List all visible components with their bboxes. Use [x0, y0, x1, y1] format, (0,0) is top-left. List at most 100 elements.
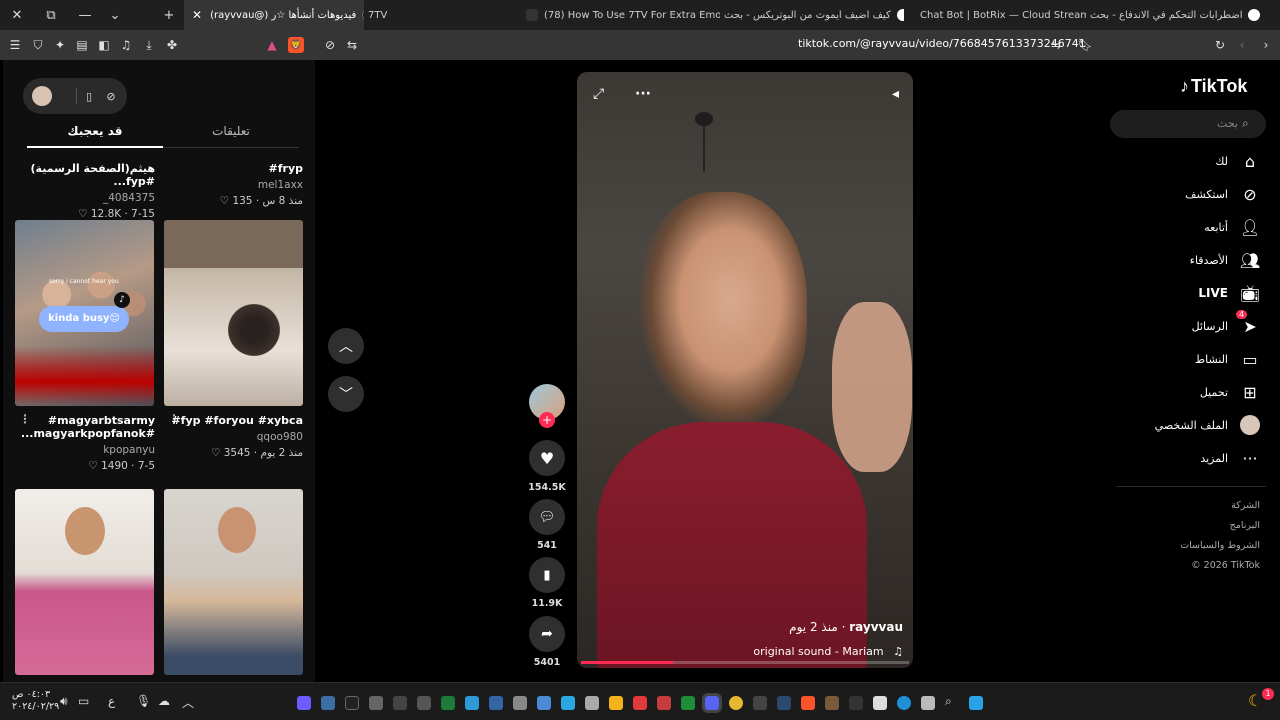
start-icon[interactable]: [969, 696, 983, 710]
video-author[interactable]: rayvvau · منذ 2 يوم: [789, 620, 903, 634]
tiktok-logo[interactable]: ♪ TikTok: [1180, 76, 1247, 97]
address-bar[interactable]: tiktok.com/@rayvvau/video/76684576133732…: [798, 37, 1086, 50]
app-icon[interactable]: [345, 696, 359, 710]
steam-icon[interactable]: [777, 696, 791, 710]
xbox-icon[interactable]: [681, 696, 695, 710]
nav-following[interactable]: 👤︎ أتابعه: [1204, 216, 1260, 238]
search-box[interactable]: بحث ⌕: [1110, 110, 1266, 138]
nav-live[interactable]: 📺︎ LIVE: [1198, 282, 1260, 304]
app-icon[interactable]: [393, 696, 407, 710]
footer-company-link[interactable]: الشركة: [1231, 500, 1260, 511]
footer-program-link[interactable]: البرنامج: [1230, 520, 1260, 531]
rewards-icon[interactable]: ▲: [264, 37, 280, 53]
close-window-icon[interactable]: ✕: [2, 0, 32, 30]
close-tab-icon[interactable]: ✕: [184, 8, 210, 22]
download-icon[interactable]: ⤓: [141, 37, 157, 53]
video-caption[interactable]: fryp# mel1axx منذ 8 س · 135 ♡: [163, 162, 303, 207]
compass-small-icon[interactable]: ⊘: [103, 88, 119, 104]
app-icon[interactable]: [297, 696, 311, 710]
nav-upload[interactable]: ⊞ تحميل: [1200, 381, 1260, 403]
footer-terms-link[interactable]: الشروط والسياسات: [1180, 540, 1260, 551]
sidebar-icon[interactable]: ◧: [96, 37, 112, 53]
nav-explore[interactable]: ⊘ استكشف: [1185, 183, 1260, 205]
edge-icon[interactable]: [897, 696, 911, 710]
video-caption[interactable]: magyarbtsarmy# #magyarkpopfanok... kpopa…: [15, 414, 155, 472]
telegram-icon[interactable]: [561, 696, 575, 710]
app-icon[interactable]: [369, 696, 383, 710]
nav-activity[interactable]: ▭ النشاط: [1195, 348, 1260, 370]
back-icon[interactable]: ›: [1258, 37, 1274, 53]
tab-youtube[interactable]: (78) How To Use 7TV For Extra Emotes: [520, 0, 720, 30]
forward-icon[interactable]: ‹: [1234, 37, 1250, 53]
video-thumbnail[interactable]: [164, 489, 303, 675]
save-button[interactable]: ▮: [529, 557, 565, 593]
chatgpt-icon[interactable]: [585, 696, 599, 710]
bookmark-icon[interactable]: 🔖︎: [1077, 37, 1093, 53]
menu-icon[interactable]: ☰: [7, 37, 23, 53]
video-progress-bar[interactable]: [581, 661, 909, 664]
video-caption[interactable]: fyp #foryou #xybca# qqoo980 منذ 2 يوم · …: [163, 414, 303, 459]
nav-for-you[interactable]: ⌂ لك: [1215, 150, 1260, 172]
video-sound[interactable]: original sound - Mariam ♫: [753, 645, 903, 658]
search-icon[interactable]: ⌕: [945, 694, 952, 709]
tab-comments[interactable]: تعليقات: [163, 124, 299, 138]
extensions-icon[interactable]: ✤: [164, 37, 180, 53]
store-icon[interactable]: [873, 696, 887, 710]
app-icon[interactable]: [825, 696, 839, 710]
video-player[interactable]: ⤢ ··· ◂ rayvvau · منذ 2 يوم original sou…: [577, 72, 913, 668]
app-icon[interactable]: [609, 696, 623, 710]
clock[interactable]: ٠٤:٠٣ ص ٢٠٢٤/٠٢/٢٩: [12, 689, 59, 713]
like-button[interactable]: ♥: [529, 440, 565, 476]
music-icon[interactable]: ♫: [118, 37, 134, 53]
app-icon[interactable]: [321, 696, 335, 710]
site-settings-icon[interactable]: ⇋: [1048, 37, 1064, 53]
brave-icon[interactable]: [801, 696, 815, 710]
app-icon[interactable]: [657, 696, 671, 710]
video-thumbnail[interactable]: [15, 489, 154, 675]
brave-shields-icon[interactable]: 🦁: [288, 37, 304, 53]
nav-friends[interactable]: 👥︎ الأصدقاء: [1190, 249, 1260, 271]
video-thumbnail[interactable]: [164, 220, 303, 406]
tab-search-emote[interactable]: كيف اضيف ايموث من البوتريكس - بحث: [724, 0, 904, 30]
reload-icon[interactable]: ↻: [1212, 37, 1228, 53]
phone-icon[interactable]: ▯: [81, 88, 97, 104]
nav-more[interactable]: ··· المزيد: [1200, 447, 1260, 469]
video-thumbnail[interactable]: sorry i cannot hear you kinda busy😌 ♪: [15, 220, 154, 406]
app-icon[interactable]: [729, 696, 743, 710]
app-icon[interactable]: [849, 696, 863, 710]
app-icon[interactable]: [633, 696, 647, 710]
excel-icon[interactable]: [441, 696, 455, 710]
app-icon[interactable]: [921, 696, 935, 710]
comment-button[interactable]: 💬︎: [529, 499, 565, 535]
app-icon[interactable]: [417, 696, 431, 710]
tab-actions-icon[interactable]: ⧉: [36, 0, 66, 30]
previous-video-button[interactable]: ︿: [328, 328, 364, 364]
nav-profile[interactable]: الملف الشخصي: [1155, 414, 1260, 436]
app-icon[interactable]: [753, 696, 767, 710]
volume-icon[interactable]: ◂: [892, 86, 899, 102]
tab-botrix[interactable]: Chat Bot | BotRix — Cloud Streaming: [906, 0, 1086, 30]
app-icon[interactable]: [537, 696, 551, 710]
onedrive-icon[interactable]: ☁: [158, 694, 170, 708]
shield-icon[interactable]: ⛉: [30, 37, 46, 53]
volume-icon[interactable]: 🔊︎: [60, 694, 68, 709]
app-icon[interactable]: [489, 696, 503, 710]
ai-icon[interactable]: ✦: [52, 37, 68, 53]
discord-icon[interactable]: [702, 693, 722, 713]
app-icon[interactable]: [513, 696, 527, 710]
minimize-icon[interactable]: —: [70, 0, 100, 30]
more-dots-icon[interactable]: ···: [635, 86, 651, 102]
tab-list-chevron-icon[interactable]: ⌄: [100, 0, 130, 30]
share-button[interactable]: ➦: [529, 616, 565, 652]
fullscreen-icon[interactable]: ⤢: [593, 86, 604, 102]
microphone-icon[interactable]: 🎙︎: [136, 694, 151, 708]
app-icon[interactable]: [465, 696, 479, 710]
tab-search-disorders[interactable]: اضطرابات التحكم في الاندفاع - بحث: [1090, 0, 1280, 30]
reading-list-icon[interactable]: ▤: [74, 37, 90, 53]
tab-7tv[interactable]: 7TV: [368, 0, 518, 30]
weather-moon-icon[interactable]: ☾: [1248, 691, 1262, 710]
video-caption[interactable]: هيثم(الصفحة الرسمية) #fyp... 4084375_ 7-…: [15, 162, 155, 220]
user-avatar[interactable]: [32, 86, 52, 106]
no-ads-icon[interactable]: ⊘: [322, 37, 338, 53]
language-indicator[interactable]: ع: [108, 694, 115, 708]
